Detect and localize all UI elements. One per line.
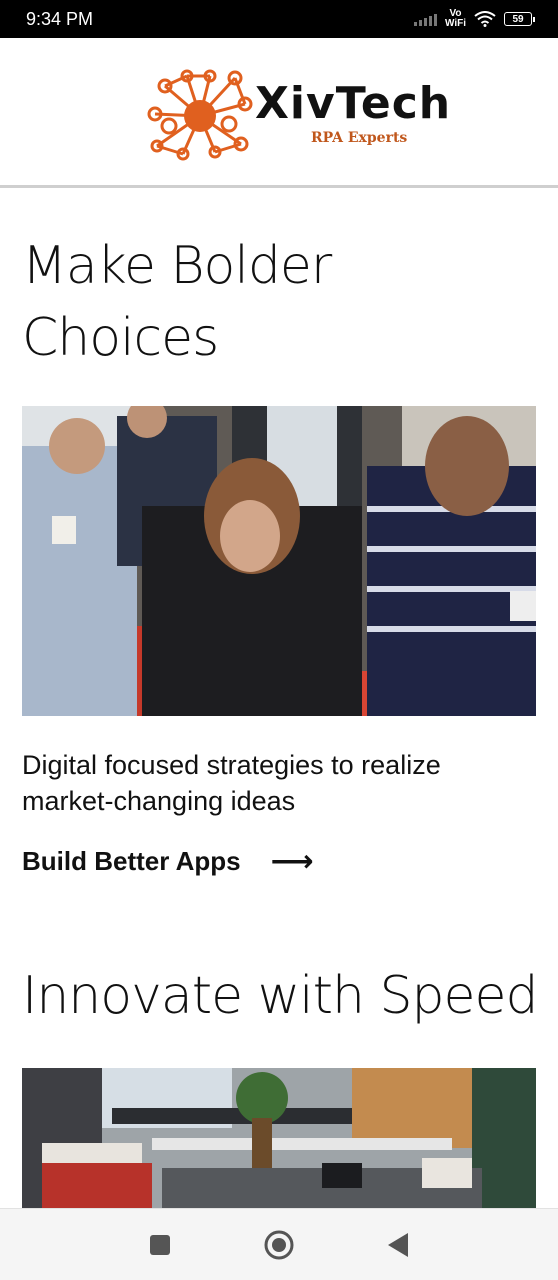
logo-tagline: RPA Experts: [311, 130, 408, 146]
team-photo-illustration: [22, 406, 536, 716]
vowifi-indicator: Vo WiFi: [445, 9, 466, 29]
section-tagline: Digital focused strategies to realize ma…: [22, 750, 441, 816]
wifi-icon: [474, 11, 496, 27]
system-nav-bar: [0, 1208, 558, 1280]
square-icon: [149, 1234, 170, 1255]
site-header: XivTech RPA Experts: [0, 38, 558, 188]
section-heading-innovate-with-speed: Innovate with Speed: [22, 966, 538, 1026]
home-button[interactable]: [259, 1225, 299, 1265]
triangle-back-icon: [388, 1232, 409, 1257]
logo-name: XivTech: [255, 78, 452, 129]
vowifi-bottom: WiFi: [444, 18, 466, 29]
office-space-photo: [22, 1068, 536, 1208]
office-photo-illustration: [22, 1068, 536, 1208]
section-heading-make-bolder-choices: Make Bolder Choices: [22, 236, 332, 368]
status-icons: Vo WiFi 59: [413, 9, 535, 29]
signal-icon: [413, 12, 437, 26]
battery-level: 59: [512, 13, 524, 25]
battery-icon: 59: [504, 12, 535, 26]
arrow-right-icon: ⟶: [270, 843, 314, 879]
network-logo-icon: [147, 69, 253, 161]
logo[interactable]: XivTech RPA Experts: [145, 64, 450, 164]
cta-label: Build Better Apps: [22, 846, 241, 876]
build-better-apps-link[interactable]: Build Better Apps ⟶: [22, 846, 314, 877]
recent-apps-button[interactable]: [140, 1225, 180, 1265]
team-collaboration-photo: [22, 406, 536, 716]
circle-home-icon: [264, 1230, 294, 1259]
back-button[interactable]: [378, 1225, 418, 1265]
status-bar: 9:34 PM Vo WiFi 59: [0, 0, 558, 38]
status-time: 9:34 PM: [26, 8, 94, 29]
